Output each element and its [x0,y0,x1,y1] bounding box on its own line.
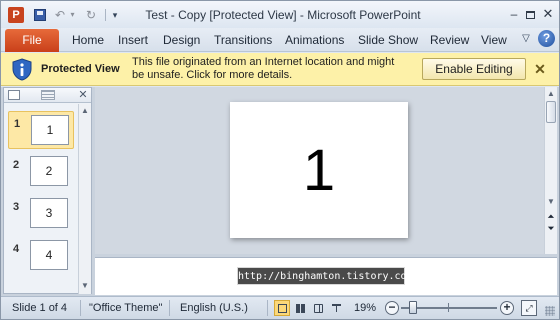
redo-icon[interactable]: ↻ [84,7,98,23]
minimize-ribbon-icon[interactable]: ▽ [519,31,533,47]
theme-status[interactable]: "Office Theme" [89,302,162,314]
slides-pane: ✕ 1 1 2 2 3 3 4 4 ▲ ▼ [3,87,92,294]
slide-title-text[interactable]: 1 [230,142,408,200]
undo-icon[interactable]: ↶ [53,7,67,23]
fit-to-window-icon[interactable]: ⤢ [521,300,537,316]
slide-number: 1 [14,118,21,130]
slide-thumbnail-row[interactable]: 1 1 [8,111,74,149]
save-icon[interactable] [32,7,47,23]
slide-thumbnail[interactable]: 1 [31,115,69,145]
protected-view-bar[interactable]: Protected View This file originated from… [1,53,559,86]
protected-view-title: Protected View [41,63,120,75]
slide-number: 4 [13,243,20,255]
zoom-out-icon[interactable]: − [385,301,399,315]
minimize-button[interactable]: – [506,6,522,22]
reading-view-icon[interactable] [310,300,326,316]
scroll-down-icon[interactable]: ▼ [545,196,557,208]
scroll-down-icon[interactable]: ▼ [79,280,91,292]
slides-pane-scrollbar[interactable]: ▲ ▼ [78,104,91,294]
slide-count-status: Slide 1 of 4 [12,302,68,314]
zoom-slider-thumb[interactable] [409,301,417,314]
tab-animations[interactable]: Animations [285,33,344,47]
tab-insert[interactable]: Insert [118,33,148,47]
slide-thumbnail-row[interactable]: 4 4 [8,237,74,275]
slide-number: 3 [13,201,20,213]
tab-home[interactable]: Home [72,33,104,47]
zoom-in-icon[interactable]: + [500,301,514,315]
slide-canvas[interactable]: 1 [95,87,544,254]
work-area: ✕ 1 1 2 2 3 3 4 4 ▲ ▼ 1 ▲ ▼ ⏶ ⏷ http://b… [1,87,559,296]
protected-view-message[interactable]: This file originated from an Internet lo… [132,56,400,82]
undo-dropdown-icon[interactable]: ▾ [68,7,77,23]
tab-transitions[interactable]: Transitions [214,33,272,47]
status-divider [169,300,170,316]
customize-toolbar-icon[interactable]: ▾ [109,7,121,23]
slides-tab-icon[interactable] [8,90,20,100]
shield-info-icon [12,58,32,81]
slide-thumbnail[interactable]: 4 [30,240,68,270]
status-divider [267,300,268,316]
powerpoint-window: P ↶ ▾ ↻ ▾ Test - Copy [Protected View] -… [0,0,560,320]
scroll-thumb[interactable] [546,101,556,123]
scroll-up-icon[interactable]: ▲ [79,105,91,117]
current-slide[interactable]: 1 [230,102,408,238]
normal-view-icon[interactable] [274,300,290,316]
tab-view[interactable]: View [481,33,507,47]
maximize-button[interactable] [522,6,538,22]
slide-thumbnails: 1 1 2 2 3 3 4 4 [4,104,77,294]
url-watermark: http://binghamton.tistory.com [237,267,413,285]
enable-editing-button[interactable]: Enable Editing [422,58,526,80]
status-divider [80,300,81,316]
resize-grip[interactable] [545,306,555,316]
toolbar-divider [105,9,106,21]
status-bar: Slide 1 of 4 "Office Theme" English (U.S… [1,296,559,319]
tab-file[interactable]: File [5,29,59,52]
outline-tab-icon[interactable] [41,90,55,100]
pane-tabs: ✕ [4,88,91,103]
tab-design[interactable]: Design [163,33,200,47]
powerpoint-app-icon[interactable]: P [8,7,24,23]
zoom-level[interactable]: 19% [354,302,376,314]
slide-thumbnail[interactable]: 3 [30,198,68,228]
previous-slide-icon[interactable]: ⏶ [545,211,557,222]
next-slide-icon[interactable]: ⏷ [545,223,557,234]
close-pane-icon[interactable]: ✕ [77,88,89,102]
tab-review[interactable]: Review [430,33,469,47]
close-message-bar-icon[interactable]: ✕ [532,61,548,77]
slide-thumbnail[interactable]: 2 [30,156,68,186]
tab-slide-show[interactable]: Slide Show [358,33,418,47]
scroll-up-icon[interactable]: ▲ [545,88,557,100]
help-icon[interactable]: ? [538,30,555,47]
slide-show-icon[interactable] [328,300,344,316]
slide-thumbnail-row[interactable]: 3 3 [8,195,74,233]
close-button[interactable]: ✕ [540,6,556,22]
zoom-slider-midpoint [448,303,449,312]
window-title: Test - Copy [Protected View] - Microsoft… [145,8,421,22]
title-bar: P ↶ ▾ ↻ ▾ Test - Copy [Protected View] -… [1,1,559,28]
notes-pane[interactable]: http://binghamton.tistory.com [95,257,557,295]
slide-sorter-icon[interactable] [292,300,308,316]
slide-scrollbar[interactable]: ▲ ▼ ⏶ ⏷ [544,87,557,254]
ribbon-tabs: File Home Insert Design Transitions Anim… [1,28,559,52]
slide-thumbnail-row[interactable]: 2 2 [8,153,74,191]
language-status[interactable]: English (U.S.) [180,302,248,314]
slide-number: 2 [13,159,20,171]
